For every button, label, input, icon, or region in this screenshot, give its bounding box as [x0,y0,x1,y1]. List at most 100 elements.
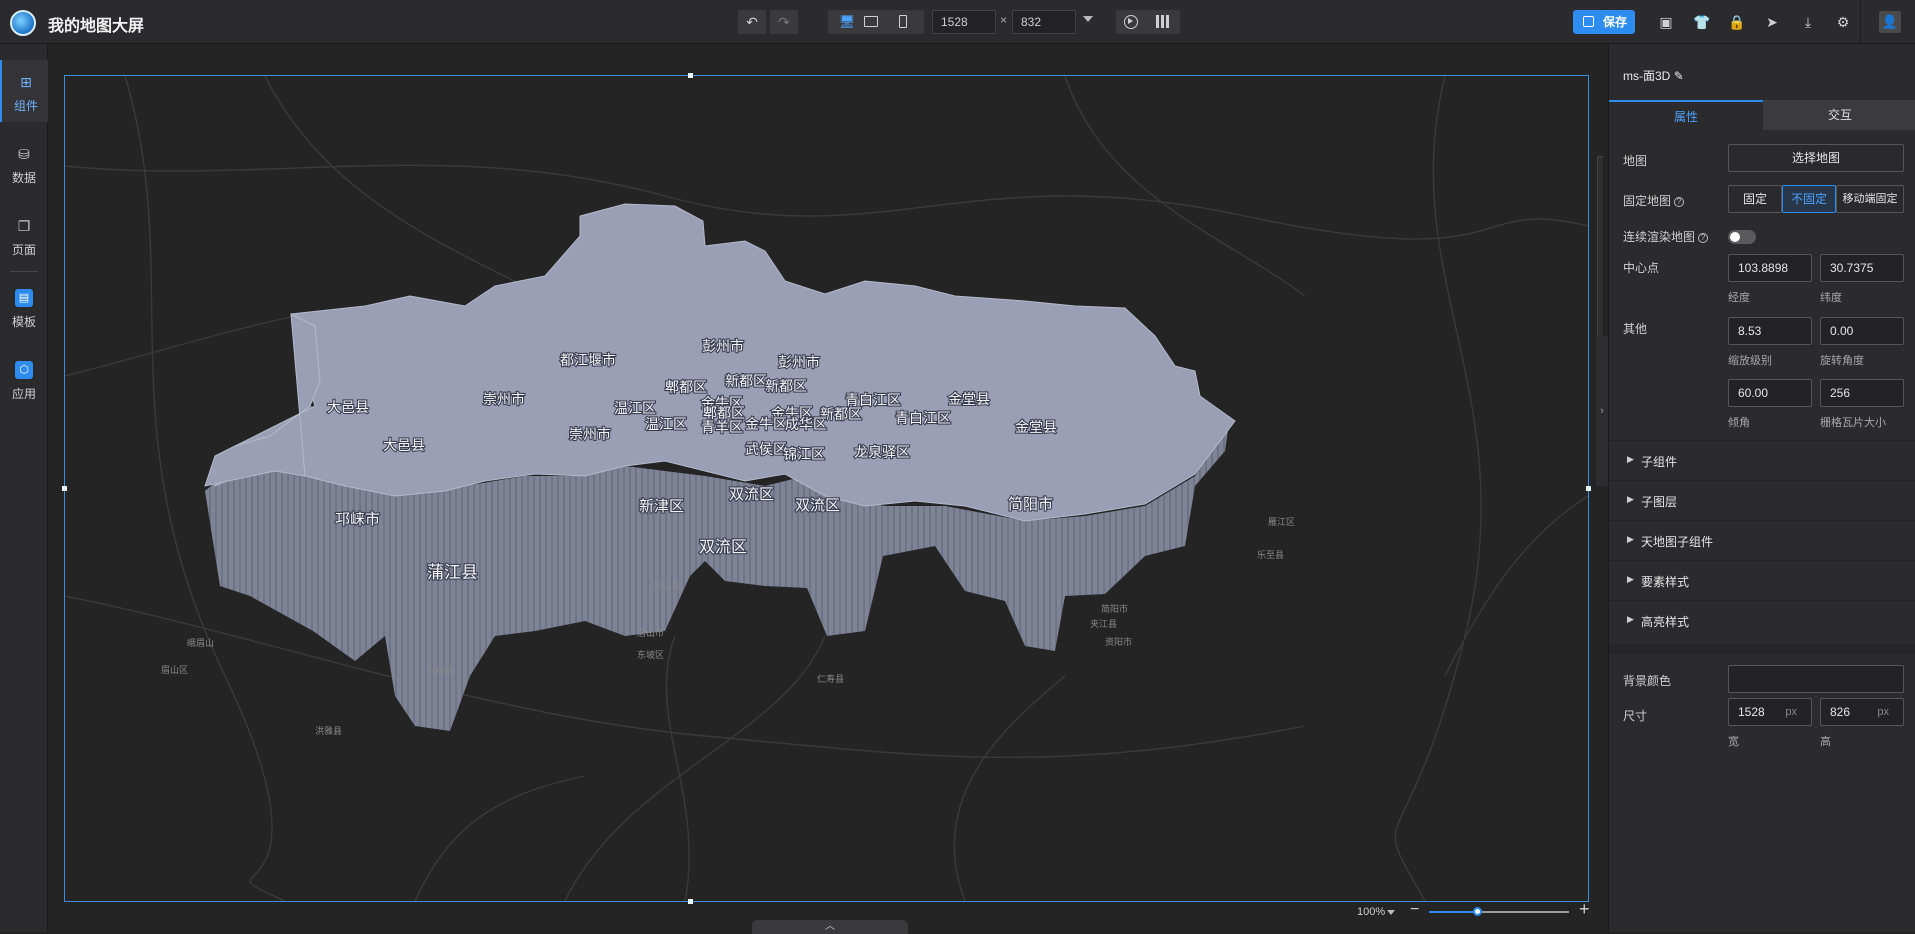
map-top-face-west [204,313,321,487]
app-icon: ⬡ [15,361,33,379]
settings-gear-icon[interactable]: ⚙ [1833,12,1853,32]
district-label: 温江区 [645,417,687,433]
tablet-icon[interactable] [864,16,878,27]
sidebar-item-components[interactable]: ⊞ 组件 [0,60,48,122]
zoom-out-icon[interactable]: − [1410,901,1419,919]
rotation-input[interactable]: 0.00 [1820,317,1904,345]
help-icon[interactable]: ? [1698,232,1709,243]
basemap-place-label: 仁寿县 [817,673,844,684]
publish-icon[interactable]: ➤ [1762,12,1782,32]
play-icon[interactable] [1124,15,1138,29]
district-label: 新都区 [725,374,767,390]
app-title: 我的地图大屏 [48,18,145,35]
copy-icon[interactable]: ⧉ [1598,292,1603,319]
canvas-height-input[interactable]: 832 [1012,10,1076,34]
tile-size-input[interactable]: 256 [1820,379,1904,407]
sidebar-divider [10,271,38,272]
map-3d-view[interactable]: 彭山县眉山市东坡区仁寿县丹棱县洪雅县夹江县峨眉山眉山区简阳市乐至县资阳市雁江区 … [65,76,1588,901]
zoom-slider[interactable] [1429,907,1569,916]
help-icon[interactable]: ? [1674,196,1685,207]
pitch-label: 倾角 [1728,417,1750,429]
basemap-place-label: 东坡区 [637,649,664,660]
layers-icon[interactable]: ◈ [1598,238,1603,265]
latitude-input[interactable]: 30.7375 [1820,254,1904,282]
sidebar-item-pages[interactable]: ❐ 页面 [0,204,48,266]
divider [1860,0,1861,44]
select-map-button[interactable]: 选择地图 [1728,144,1904,172]
basemap-place-label: 简阳市 [1101,603,1128,614]
desktop-icon[interactable]: 🖥 [834,10,860,34]
unlock-icon[interactable]: 🔓 [1598,157,1603,184]
section-tianditu-components[interactable]: ▶ 天地图子组件 [1609,520,1915,560]
zoom-dropdown-icon[interactable] [1387,910,1395,915]
component-name[interactable]: ms-面3D ✎ [1623,67,1684,84]
qrcode-icon[interactable] [1156,15,1169,28]
basemap-place-label: 眉山市 [637,627,664,638]
resize-handle-bottom[interactable] [688,899,693,904]
top-bar: 我的地图大屏 ↶ ↷ 🖥 1528 × 832 保存 ▣ 👕 🔒 ➤ ⤓ ⚙ 👤 [0,0,1915,44]
mobile-icon[interactable] [899,15,907,28]
continuous-render-toggle[interactable] [1728,230,1756,244]
fullscreen-icon[interactable]: ⤢ [1598,211,1603,238]
basemap-place-label: 眉山区 [161,665,188,675]
height-label: 高 [1820,736,1831,748]
fix-option-mobile[interactable]: 移动端固定 [1836,185,1904,213]
size-label: 尺寸 [1623,709,1648,723]
panel-collapse-toggle[interactable]: › [1596,336,1608,486]
section-highlight-style[interactable]: ▶ 高亮样式 [1609,600,1915,640]
resize-handle-top[interactable] [688,73,693,78]
tab-properties[interactable]: 属性 [1609,100,1763,130]
user-avatar-icon[interactable]: 👤 [1879,11,1901,33]
tab-interaction[interactable]: 交互 [1763,100,1915,130]
district-label: 崇州市 [569,426,611,443]
district-label: 崇州市 [483,391,525,408]
district-label: 金牛区 [745,417,787,433]
zoom-level-input[interactable]: 8.53 [1728,317,1812,345]
resize-handle-left[interactable] [62,486,67,491]
zoom-value[interactable]: 100% [1357,906,1385,918]
lock-icon[interactable]: 🔒 [1727,12,1747,32]
district-label: 青白江区 [845,393,901,409]
section-sub-layers[interactable]: ▶ 子图层 [1609,480,1915,520]
edit-pencil-icon[interactable]: ✎ [1674,69,1684,83]
resize-handle-right[interactable] [1586,486,1591,491]
section-feature-style[interactable]: ▶ 要素样式 [1609,560,1915,600]
sidebar-item-apps[interactable]: ⬡ 应用 [0,348,48,410]
edit-pencil-icon[interactable]: ✎ [1598,265,1603,292]
bg-color-input[interactable] [1728,665,1904,693]
width-input[interactable]: 1528 px [1728,698,1812,726]
map-label: 地图 [1623,154,1648,168]
section-sub-components[interactable]: ▶ 子组件 [1609,440,1915,480]
section-divider [1609,644,1915,654]
sidebar-item-label: 页面 [11,243,36,257]
save-button[interactable]: 保存 [1573,10,1635,34]
district-label: 双流区 [699,537,747,556]
download-icon[interactable]: ⤓ [1798,12,1818,32]
save-label: 保存 [1603,15,1628,29]
longitude-label: 经度 [1728,292,1750,304]
district-label: 双流区 [795,496,840,514]
rotation-label: 旋转角度 [1820,355,1864,367]
pitch-input[interactable]: 60.00 [1728,379,1812,407]
height-input[interactable]: 826 px [1820,698,1904,726]
editor-canvas[interactable]: 彭山县 眉山市 东坡区 仁寿县 丹棱县 洪雅县 夹江县 峨眉山 眉山区 简阳市 乐至县 资阳市 雁江区 … [48,44,1603,932]
zoom-slider-knob[interactable] [1473,907,1482,916]
chevron-down-icon[interactable] [1083,16,1093,22]
sidebar-item-data[interactable]: ⛁ 数据 [0,132,48,194]
save-icon [1583,16,1594,27]
sidebar-item-templates[interactable]: ▤ 模板 [0,276,48,338]
other-label: 其他 [1623,322,1648,336]
move-icon[interactable]: ✥ [1598,184,1603,211]
fix-option-fixed[interactable]: 固定 [1728,185,1782,213]
zoom-in-icon[interactable]: + [1579,899,1590,920]
longitude-input[interactable]: 103.8898 [1728,254,1812,282]
caret-right-icon: ▶ [1627,534,1634,544]
undo-button[interactable]: ↶ [738,10,766,34]
canvas-width-input[interactable]: 1528 [932,10,996,34]
redo-button[interactable]: ↷ [770,10,798,34]
map-3d-component[interactable]: 彭山县 眉山市 东坡区 仁寿县 丹棱县 洪雅县 夹江县 峨眉山 眉山区 简阳市 乐至县 资阳市 雁江区 … [62,73,1591,904]
code-icon[interactable]: ▣ [1656,12,1676,32]
fix-option-unfixed[interactable]: 不固定 [1782,185,1836,213]
district-label: 青白江区 [895,411,951,427]
theme-shirt-icon[interactable]: 👕 [1692,12,1712,32]
